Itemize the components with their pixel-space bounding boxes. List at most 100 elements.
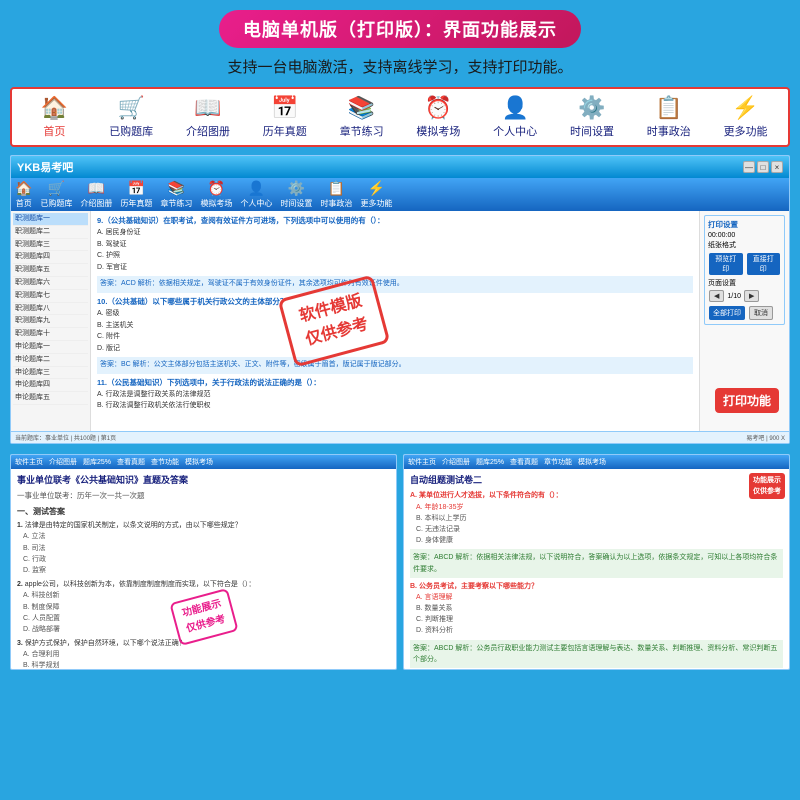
print-settings-box: 打印设置 00:00:00 纸张格式 预览打印 直接打印 页面设置	[704, 215, 785, 325]
nav-item-purchased[interactable]: 🛒 已购题库	[101, 95, 161, 139]
sw-tool-history[interactable]: 📅 历年真题	[120, 180, 152, 209]
software-window: YKB易考吧 — □ × 🏠 首页 🛒 已购题库 📖 介绍图册 📅	[10, 155, 790, 444]
bottom-section: 软件主页 介绍图册 题库25% 查看真题 查节功能 模拟考场 事业单位联考《公共…	[10, 454, 790, 670]
maximize-button[interactable]: □	[757, 161, 769, 173]
q11-opt-a: A. 行政法是调整行政关系的法律规范	[97, 390, 693, 401]
minimize-button[interactable]: —	[743, 161, 755, 173]
purchased-icon: 🛒	[117, 95, 144, 121]
prev-page-button[interactable]: ◀	[709, 290, 724, 302]
direct-print-button[interactable]: 直接打印	[747, 253, 781, 275]
bc-left-chapter[interactable]: 查节功能	[151, 457, 179, 467]
sidebar-item-8[interactable]: 职测题库八	[13, 303, 88, 316]
sidebar-item-7[interactable]: 职测题库七	[13, 290, 88, 303]
nav-label-exam: 模拟考场	[416, 123, 460, 139]
status-bar-text: 当前题库：事业单位 | 共100题 | 第1页	[15, 433, 116, 442]
politics-icon: 📋	[655, 95, 682, 121]
sw-tool-intro[interactable]: 📖 介绍图册	[80, 180, 112, 209]
q9-opt-c: C. 护照	[97, 251, 693, 262]
bc-right-real[interactable]: 查看真题	[510, 457, 538, 467]
sw-exam-icon: ⏰	[208, 180, 225, 197]
settings-icon: ⚙️	[578, 95, 605, 121]
nav-item-profile[interactable]: 👤 个人中心	[485, 95, 545, 139]
top-banner: 电脑单机版（打印版）：界面功能展示	[219, 10, 581, 48]
bc-right-db[interactable]: 题库25%	[476, 457, 504, 467]
bl-q3: 3. 保护方式保护，保护自然环境，以下哪个说法正确？ A. 合理利用 B. 科学…	[17, 638, 390, 669]
bc-right-home[interactable]: 软件主页	[408, 457, 436, 467]
sidebar-item-4[interactable]: 职测题库四	[13, 251, 88, 264]
rp-page-nav: ◀ 1/10 ▶	[708, 289, 781, 303]
nav-label-chapter: 章节练习	[340, 123, 384, 139]
sw-tool-more[interactable]: ⚡ 更多功能	[360, 180, 392, 209]
answer-9: 答案：ACD 解析：依据相关规定，驾驶证不属于有效身份证件，其余选项均可作为有效…	[97, 276, 693, 293]
nav-item-politics[interactable]: 📋 时事政治	[639, 95, 699, 139]
close-button[interactable]: ×	[771, 161, 783, 173]
sw-tool-purchased[interactable]: 🛒 已购题库	[40, 180, 72, 209]
bl-q2: 2. apple公司，以科技创新为本，依靠制度制度制度而实现，以下符合是（）： …	[17, 579, 390, 635]
q10-opt-c: C. 附件	[97, 332, 693, 343]
br-answer2: 答案：ABCD 解析：公务员行政职业能力测试主要包括言语理解与表达、数量关系、判…	[410, 640, 783, 668]
sw-main-content: 9.（公共基础知识）在职考试，查阅有效证件方可进场，下列选项中可以使用的有（）：…	[91, 211, 699, 431]
bc-right-exam[interactable]: 模拟考场	[578, 457, 606, 467]
rp-format-row: 纸张格式	[708, 240, 781, 250]
sidebar-item-13[interactable]: 申论题库三	[13, 367, 88, 380]
bc-left-toolbar: 软件主页 介绍图册 题库25% 查看真题 查节功能 模拟考场	[11, 455, 396, 469]
bottom-right-card: 软件主页 介绍图册 题库25% 查看真题 章节功能 模拟考场 自动组题测试卷二 …	[403, 454, 790, 670]
sidebar-item-10[interactable]: 职测题库十	[13, 328, 88, 341]
nav-item-history[interactable]: 📅 历年真题	[255, 95, 315, 139]
cancel-print-button[interactable]: 取消	[749, 306, 773, 320]
sw-tool-chapter[interactable]: 📚 章节练习	[160, 180, 192, 209]
sw-profile-icon: 👤	[248, 180, 265, 197]
subtitle: 支持一台电脑激活，支持离线学习，支持打印功能。	[227, 56, 572, 77]
bc-right-chapter[interactable]: 章节功能	[544, 457, 572, 467]
br-q2: B. 公务员考试，主要考察以下哪些能力？ A. 言语理解 B. 数量关系 C. …	[410, 581, 783, 637]
sidebar-item-6[interactable]: 职测题库六	[13, 277, 88, 290]
bc-left-subtitle: 一事业单位联考：历年一次一共一次题	[17, 490, 390, 502]
sidebar-item-5[interactable]: 职测题库五	[13, 264, 88, 277]
nav-section: 🏠 首页 🛒 已购题库 📖 介绍图册 📅 历年真题 📚 章节练习 ⏰ 模拟	[10, 87, 790, 147]
sidebar-item-9[interactable]: 职测题库九	[13, 315, 88, 328]
sw-tool-profile[interactable]: 👤 个人中心	[240, 180, 272, 209]
sidebar-item-2[interactable]: 职测题库二	[13, 226, 88, 239]
nav-item-intro[interactable]: 📖 介绍图册	[178, 95, 238, 139]
sw-history-icon: 📅	[128, 180, 145, 197]
nav-item-exam[interactable]: ⏰ 模拟考场	[408, 95, 468, 139]
nav-item-home[interactable]: 🏠 首页	[24, 95, 84, 139]
chapter-icon: 📚	[348, 95, 375, 121]
bc-left-intro[interactable]: 介绍图册	[49, 457, 77, 467]
preview-print-button[interactable]: 预览打印	[709, 253, 743, 275]
sw-tool-settings[interactable]: ⚙️ 时间设置	[280, 180, 312, 209]
nav-item-more[interactable]: ⚡ 更多功能	[716, 95, 776, 139]
sw-tool-politics[interactable]: 📋 时事政治	[320, 180, 352, 209]
main-container: 电脑单机版（打印版）：界面功能展示 支持一台电脑激活，支持离线学习，支持打印功能…	[0, 0, 800, 800]
nav-item-settings[interactable]: ⚙️ 时间设置	[562, 95, 622, 139]
next-page-button[interactable]: ▶	[744, 290, 759, 302]
bl-q1: 1. 法律是由特定的国家机关制定，以条文说明的方式，由以下哪些规定？ A. 立法…	[17, 520, 390, 576]
sidebar-item-12[interactable]: 申论题库二	[13, 354, 88, 367]
nav-bar: 🏠 首页 🛒 已购题库 📖 介绍图册 📅 历年真题 📚 章节练习 ⏰ 模拟	[16, 95, 784, 139]
sw-tool-home[interactable]: 🏠 首页	[15, 180, 32, 209]
sidebar-item-11[interactable]: 申论题库一	[13, 341, 88, 354]
banner-title: 电脑单机版（打印版）：界面功能展示	[243, 20, 557, 40]
question-10: 10.（公共基础）以下哪些属于机关行政公文的主体部分？ A. 密级 B. 主送机…	[97, 296, 693, 354]
bc-left-db[interactable]: 题库25%	[83, 457, 111, 467]
q9-text: 9.（公共基础知识）在职考试，查阅有效证件方可进场，下列选项中可以使用的有（）：	[97, 215, 693, 226]
nav-item-chapter[interactable]: 📚 章节练习	[332, 95, 392, 139]
bc-left-real[interactable]: 查看真题	[117, 457, 145, 467]
sidebar-item-1[interactable]: 职测题库一	[13, 213, 88, 226]
nav-label-settings: 时间设置	[570, 123, 614, 139]
sw-tool-exam[interactable]: ⏰ 模拟考场	[200, 180, 232, 209]
sw-chapter-icon: 📚	[168, 180, 185, 197]
sw-content: 职测题库一 职测题库二 职测题库三 职测题库四 职测题库五 职测题库六 职测题库…	[11, 211, 789, 431]
q9-opt-a: A. 居民身份证	[97, 228, 693, 239]
br-func-label: 功能展示仅供参考	[749, 473, 785, 499]
sw-purchased-icon: 🛒	[48, 180, 65, 197]
sidebar-item-3[interactable]: 职测题库三	[13, 239, 88, 252]
bc-right-content: 自动组题测试卷二 功能展示仅供参考 A. 某单位进行人才选拔，以下条件符合的有（…	[404, 469, 789, 669]
all-print-button[interactable]: 全部打印	[709, 306, 745, 320]
bc-right-intro[interactable]: 介绍图册	[442, 457, 470, 467]
sidebar-item-15[interactable]: 申论题库五	[13, 392, 88, 405]
sidebar-item-14[interactable]: 申论题库四	[13, 379, 88, 392]
bc-left-home[interactable]: 软件主页	[15, 457, 43, 467]
bc-left-exam[interactable]: 模拟考场	[185, 457, 213, 467]
bc-left-content: 事业单位联考《公共基础知识》直题及答案 一事业单位联考：历年一次一共一次题 一、…	[11, 469, 396, 669]
